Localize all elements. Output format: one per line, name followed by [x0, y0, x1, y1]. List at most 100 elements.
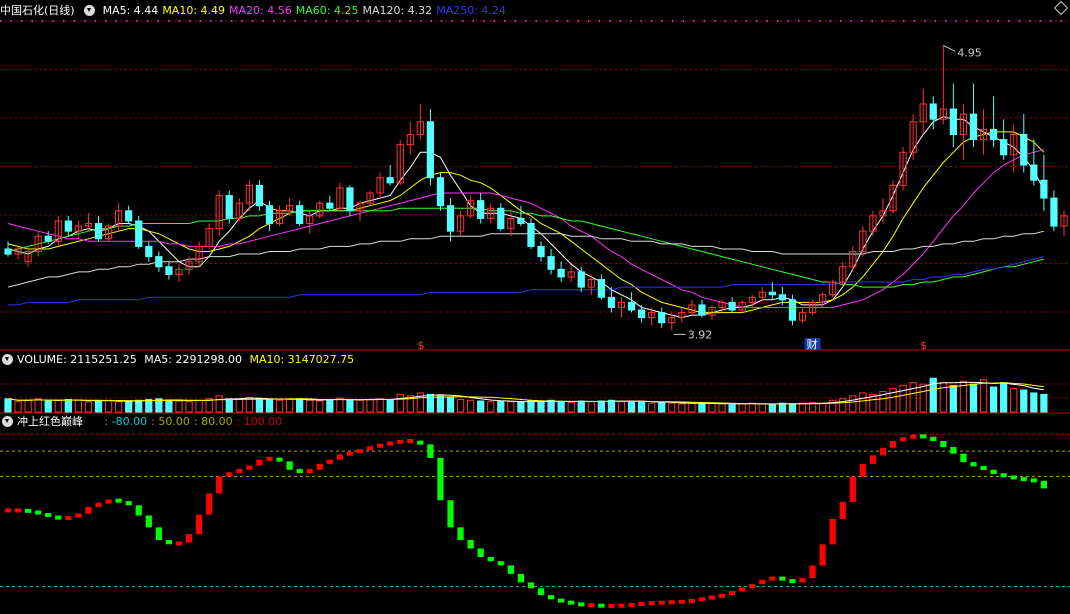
volume-bar	[728, 404, 736, 413]
indicator-bar-down	[990, 469, 997, 475]
volume-bar	[104, 399, 113, 413]
ma-legend-2: MA20: 4.56	[229, 4, 292, 17]
indicator-bar-up	[65, 516, 72, 521]
indicator-bar-down	[547, 595, 555, 600]
volume-bar	[597, 400, 605, 413]
indicator-bar-down	[920, 434, 927, 439]
indicator-bar-up	[236, 469, 243, 474]
candle-down	[326, 202, 334, 209]
ma-line-ma120	[7, 230, 1045, 288]
indicator-bar-up	[718, 593, 726, 598]
indicator-bar-down	[558, 598, 565, 603]
indicator-bar-down	[457, 527, 464, 541]
indicator-bar-up	[588, 603, 595, 608]
candle-down	[1040, 179, 1048, 199]
candle-down	[1050, 197, 1058, 227]
candle-down	[386, 177, 394, 184]
volume-bar	[587, 401, 595, 413]
volume-bar	[115, 401, 123, 413]
volume-bar	[346, 399, 354, 413]
candle-down	[296, 205, 304, 225]
indicator-bar-up	[407, 439, 414, 444]
candle-down	[4, 248, 12, 255]
indicator-bar-down	[487, 556, 494, 562]
chevron-down-icon[interactable]	[2, 353, 13, 365]
candle-down	[698, 304, 706, 316]
chevron-down-icon[interactable]	[2, 415, 13, 427]
indicator-bar-up	[95, 502, 102, 508]
volume-bar	[637, 401, 646, 413]
volume-bar	[1030, 392, 1038, 413]
volume-bar	[386, 399, 394, 413]
volume-value: VOLUME: 2115251.25	[17, 353, 137, 366]
volume-bar	[768, 404, 776, 413]
indicator-bar-up	[688, 598, 696, 603]
indicator-bar-up	[638, 601, 645, 606]
indicator-bar-up	[195, 514, 203, 535]
indicator-level-0: : -80.00	[104, 415, 148, 428]
indicator-bar-up	[206, 493, 213, 515]
indicator-bar-down	[1040, 480, 1048, 489]
indicator-bar-up	[85, 507, 92, 514]
indicator-bar-up	[759, 579, 766, 585]
indicator-bar-up	[869, 455, 877, 464]
volume-bar	[14, 401, 22, 413]
indicator-bar-down	[537, 588, 545, 596]
indicator-bar-down	[125, 501, 132, 506]
volume-bar	[265, 399, 274, 413]
volume-bar	[648, 402, 656, 413]
candle-down	[497, 207, 505, 230]
candle-down	[94, 223, 103, 240]
indicator-bar-up	[618, 603, 625, 608]
indicator-bar-down	[930, 436, 937, 442]
volume-bar	[1020, 389, 1028, 413]
candle-down	[547, 256, 555, 270]
candle-down	[145, 245, 153, 258]
candle-down	[658, 312, 666, 324]
indicator-bar-up	[306, 469, 313, 474]
indicator-bar-down	[135, 505, 142, 516]
indicator-bar-up	[256, 459, 263, 466]
candle-down	[637, 309, 646, 319]
volume-bar	[758, 403, 766, 413]
volume-bar	[24, 399, 32, 413]
indicator-bar-down	[276, 457, 283, 462]
candle-down	[1030, 164, 1038, 181]
candle-down	[265, 205, 274, 225]
candle-down	[446, 205, 455, 232]
dividend-marker: $	[417, 339, 424, 352]
indicator-bar-up	[728, 590, 736, 596]
indicator-bar-up	[105, 499, 112, 504]
indicator-bar-up	[668, 600, 675, 605]
volume-bar	[446, 396, 455, 413]
volume-bar	[436, 395, 445, 413]
indicator-bar-down	[980, 466, 987, 471]
volume-bar	[547, 399, 555, 413]
volume-bar	[326, 399, 334, 413]
indicator-bar-down	[35, 510, 42, 515]
volume-bar	[306, 399, 314, 413]
volume-ma10: MA10: 3147027.75	[249, 353, 355, 366]
volume-bar	[356, 399, 364, 413]
candle-down	[225, 195, 233, 219]
volume-bar	[778, 402, 787, 413]
candle-down	[557, 268, 565, 278]
stock-chart-window: 4.95 3.92 $ $ 财 中国石化(日线) MA5: 4.44 MA10: 4.49…	[0, 0, 1070, 614]
volume-bar	[195, 399, 203, 413]
volume-bar	[969, 383, 978, 413]
indicator-bar-up	[899, 437, 907, 442]
indicator-bar-down	[296, 469, 303, 474]
indicator-bar-up	[346, 451, 354, 456]
price-legend: 中国石化(日线) MA5: 4.44 MA10: 4.49 MA20: 4.56 MA…	[0, 3, 514, 19]
candle-down	[1020, 133, 1028, 166]
chevron-down-icon[interactable]	[84, 4, 96, 16]
volume-bar	[708, 402, 716, 413]
indicator-bar-up	[75, 513, 82, 518]
indicator-bar-up	[356, 449, 364, 454]
indicator-bar-up	[648, 601, 655, 606]
volume-bar	[1000, 382, 1008, 413]
volume-ma5: MA5: 2291298.00	[144, 353, 242, 366]
volume-bar	[909, 382, 917, 413]
volume-bar	[135, 399, 143, 413]
candle-down	[517, 217, 525, 225]
